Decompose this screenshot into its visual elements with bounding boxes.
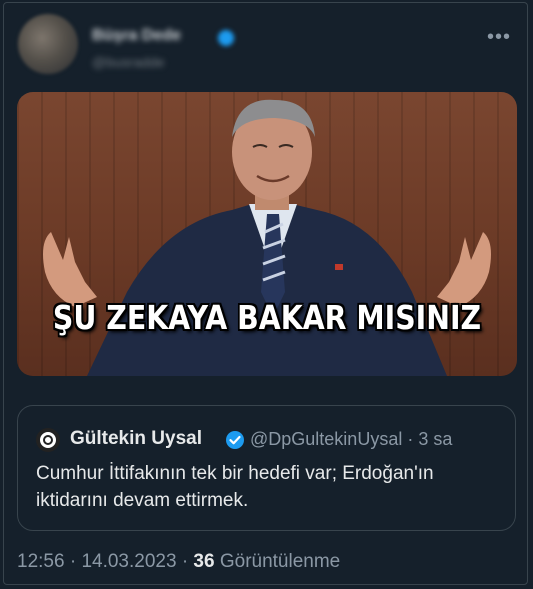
meta-separator: · bbox=[407, 429, 414, 449]
tweet-date[interactable]: 14.03.2023 bbox=[81, 551, 176, 572]
author-handle[interactable]: @busradde bbox=[92, 54, 212, 70]
author-name[interactable]: Büşra Dede bbox=[92, 27, 212, 47]
views-count: 36 bbox=[193, 551, 215, 572]
meta-separator: · bbox=[181, 551, 189, 572]
quoted-author-handle[interactable]: @DpGultekinUysal bbox=[250, 429, 402, 449]
tweet-meta: 12:56 · 14.03.2023 · 36 Görüntülenme bbox=[17, 551, 340, 573]
quoted-time[interactable]: 3 sa bbox=[418, 429, 452, 449]
quoted-author-meta: @DpGultekinUysal · 3 sa bbox=[250, 429, 452, 450]
meme-caption: ŞU ZEKAYA BAKAR MISINIZ bbox=[52, 298, 482, 337]
views-label: Görüntülenme bbox=[219, 551, 341, 572]
verified-badge-icon bbox=[226, 431, 244, 449]
meta-separator: · bbox=[69, 551, 77, 572]
verified-badge-icon bbox=[218, 30, 234, 46]
author-avatar[interactable] bbox=[18, 14, 78, 74]
tweet-time[interactable]: 12:56 bbox=[17, 551, 65, 572]
tweet-image[interactable]: ŞU ZEKAYA BAKAR MISINIZ bbox=[17, 92, 517, 376]
quoted-author-avatar[interactable] bbox=[36, 428, 60, 452]
quoted-tweet-text: Cumhur İttifakının tek bir hedefi var; E… bbox=[36, 463, 434, 511]
quoted-author-name[interactable]: Gültekin Uysal bbox=[70, 428, 202, 450]
quoted-tweet[interactable]: Gültekin Uysal @DpGultekinUysal · 3 sa C… bbox=[17, 405, 516, 531]
more-horizontal-icon[interactable]: ••• bbox=[487, 26, 511, 49]
